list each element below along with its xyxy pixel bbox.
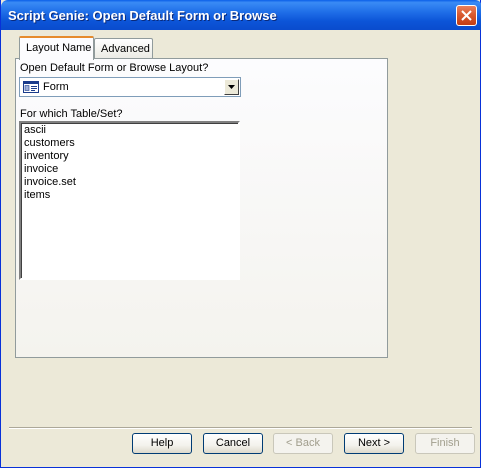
footer-separator [9, 427, 472, 429]
next-button[interactable]: Next > [344, 433, 404, 454]
tab-layout-name-label: Layout Name [26, 42, 92, 54]
window-title: Script Genie: Open Default Form or Brows… [8, 8, 277, 23]
list-item[interactable]: inventory [24, 150, 69, 162]
tab-layout-name[interactable]: Layout Name [19, 36, 94, 60]
list-item[interactable]: invoice.set [24, 176, 76, 188]
tab-advanced[interactable]: Advanced [94, 38, 153, 58]
dialog-window: Script Genie: Open Default Form or Brows… [0, 0, 481, 468]
list-item[interactable]: ascii [24, 124, 46, 136]
tab-advanced-label: Advanced [101, 43, 150, 55]
list-item[interactable]: customers [24, 137, 75, 149]
close-button[interactable] [456, 5, 477, 26]
help-button[interactable]: Help [132, 433, 192, 454]
table-listbox[interactable]: ascii customers inventory invoice invoic… [19, 121, 240, 280]
back-button[interactable]: < Back [273, 433, 333, 454]
chevron-down-icon [228, 85, 235, 89]
title-bar[interactable]: Script Genie: Open Default Form or Brows… [1, 0, 481, 30]
close-icon [461, 10, 472, 21]
layout-combobox[interactable]: Form [19, 77, 241, 97]
cancel-button[interactable]: Cancel [203, 433, 263, 454]
form-icon [23, 81, 39, 93]
layout-combobox-value: Form [43, 81, 69, 93]
list-item[interactable]: items [24, 189, 50, 201]
combobox-dropdown-button[interactable] [224, 79, 239, 95]
table-field-label: For which Table/Set? [20, 108, 123, 120]
finish-button[interactable]: Finish [415, 433, 475, 454]
list-item[interactable]: invoice [24, 163, 58, 175]
layout-field-label: Open Default Form or Browse Layout? [20, 62, 209, 74]
